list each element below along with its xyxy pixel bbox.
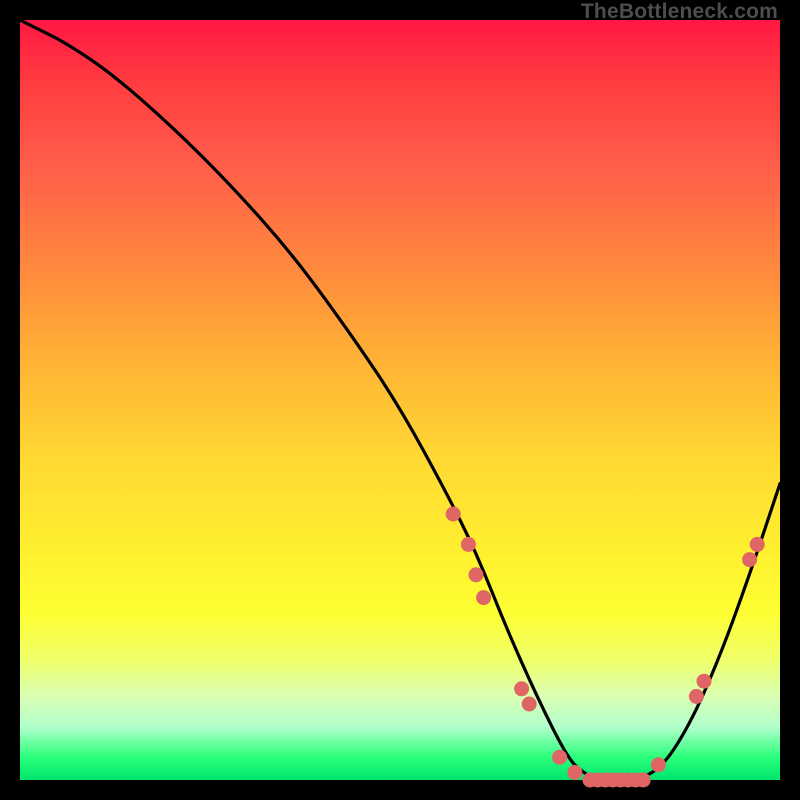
highlight-point bbox=[697, 674, 712, 689]
plot-area bbox=[20, 20, 780, 780]
chart-svg bbox=[20, 20, 780, 780]
highlight-point bbox=[514, 681, 529, 696]
highlight-point bbox=[461, 537, 476, 552]
bottleneck-curve-line bbox=[20, 20, 780, 780]
highlight-point bbox=[446, 507, 461, 522]
highlight-point bbox=[522, 697, 537, 712]
highlight-point bbox=[567, 765, 582, 780]
highlight-point bbox=[689, 689, 704, 704]
highlight-point bbox=[750, 537, 765, 552]
highlight-point bbox=[469, 567, 484, 582]
highlight-point bbox=[552, 750, 567, 765]
highlight-point bbox=[476, 590, 491, 605]
highlight-markers bbox=[446, 507, 765, 788]
highlight-point bbox=[651, 757, 666, 772]
chart-frame: TheBottleneck.com bbox=[0, 0, 800, 800]
highlight-point bbox=[636, 773, 651, 788]
highlight-point bbox=[742, 552, 757, 567]
